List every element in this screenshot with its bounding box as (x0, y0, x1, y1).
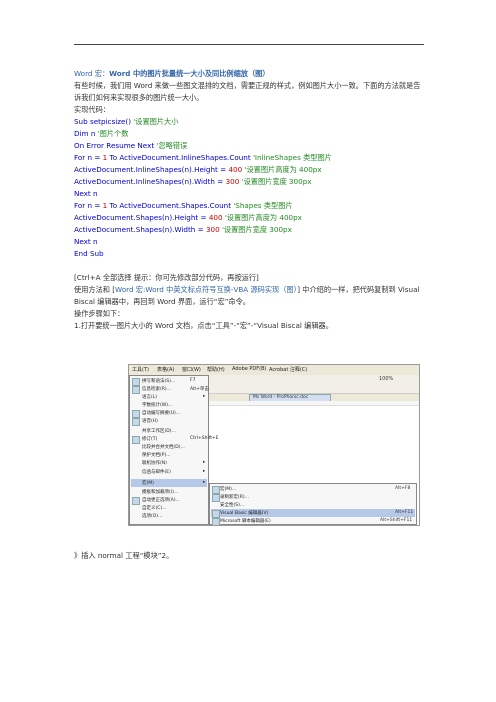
menu-item[interactable]: 模板和加载项(I)... (142, 489, 178, 495)
menu-item[interactable]: 共享工作区(D)... (142, 428, 176, 434)
shortcut: Alt+F11 (395, 510, 414, 515)
code-line: ActiveDocument.InlineShapes(n).Height = … (74, 165, 322, 174)
record-icon (212, 494, 220, 502)
code-line: Next n (74, 189, 98, 198)
code-line: For n = 1 To ActiveDocument.Shapes.Count… (74, 201, 293, 210)
submenu-arrow-icon: ▸ (203, 394, 206, 399)
formatting-toolbar (209, 384, 419, 394)
summary-icon (132, 410, 140, 418)
code-label: 实现代码： (74, 105, 110, 114)
ruler (209, 401, 419, 406)
footer-step: 》插入 normal 工程“模块”2。 (74, 551, 174, 560)
header-rule (74, 44, 424, 45)
macro-icon (212, 486, 220, 494)
menu-item[interactable]: 修订(T) Ctrl+Shift+E (142, 436, 219, 442)
submenu-item[interactable]: 安全性(S)... (220, 502, 244, 508)
code-line: ActiveDocument.Shapes(n).Height = 400 '设… (74, 213, 302, 222)
menu-adobe-pdf: Adobe PDF(B) (232, 366, 267, 372)
menu-item[interactable]: 自定义(C)... (142, 505, 166, 511)
menu-item[interactable]: 联机协作(N) (142, 460, 167, 466)
zoom-level: 100% (379, 376, 394, 382)
submenu-item[interactable]: 宏(M)... (220, 486, 236, 492)
menu-item[interactable]: 语言(L) (142, 394, 157, 400)
speech-icon (132, 418, 140, 426)
code-line: End Sub (74, 249, 104, 258)
code-line: ActiveDocument.Shapes(n).Width = 300 '设置… (74, 225, 292, 234)
submenu-item[interactable]: 录制新宏(R)... (220, 494, 249, 500)
menu-table: 表格(A) (157, 367, 175, 373)
submenu-arrow-icon: ▸ (203, 460, 206, 465)
tools-menu: 拼写和语法(S)... F7 信息检索(R)... Alt+单击 语言(L) ▸ 字… (129, 375, 219, 525)
menu-item[interactable]: 保护文档(P)... (142, 452, 171, 458)
vb-editor-icon (212, 510, 220, 518)
menu-item[interactable]: 选项(O)... (142, 513, 162, 519)
run-tip: [Ctrl+A 全部选择 提示：你可先修改部分代码，再按运行] (74, 273, 259, 282)
code-line: ActiveDocument.InlineShapes(n).Width = 3… (74, 177, 312, 186)
shortcut: Alt+Shift+F11 (380, 518, 413, 523)
related-article-link[interactable]: Word 宏:Word 中英文标点符号互换-VBA 源码实现（图） (115, 285, 297, 294)
submenu-arrow-icon: ▸ (203, 469, 206, 474)
steps-label: 操作步骤如下： (74, 309, 125, 318)
code-line: Sub setpicsize() '设置图片大小 (74, 117, 179, 126)
article-title: Word 宏：Word 中的图片批量统一大小及同比例缩放（图） (74, 69, 270, 78)
research-icon (132, 386, 140, 394)
shortcut: Alt+F8 (395, 486, 411, 491)
submenu-item-vb-editor[interactable]: Visual Basic 编辑器(V) (220, 510, 268, 516)
code-line: On Error Resume Next '忽略错误 (74, 141, 188, 150)
menu-item[interactable]: 比较并合并文档(D)... (142, 444, 185, 450)
usage-paragraph: 使用方法和 [Word 宏:Word 中英文标点符号互换-VBA 源码实现（图）… (74, 285, 420, 306)
autocorrect-icon (132, 497, 140, 505)
menu-window: 窗口(W) (182, 367, 201, 373)
menu-item[interactable]: 自动编写摘要(U)... (142, 410, 180, 416)
menu-item[interactable]: 信息检索(R)... Alt+单击 (142, 386, 209, 392)
code-line: For n = 1 To ActiveDocument.InlineShapes… (74, 153, 332, 162)
step-1: 1.打开要统一图片大小的 Word 文档，点击“工具”-“宏”-“Visual … (74, 321, 333, 330)
spell-icon (132, 378, 140, 386)
submenu-arrow-icon: ▸ (203, 480, 206, 485)
code-line: Next n (74, 237, 98, 246)
menu-help: 帮助(H) (207, 367, 225, 373)
track-changes-icon (132, 436, 140, 444)
menu-item[interactable]: 语音(H) (142, 418, 158, 424)
script-editor-icon (212, 518, 220, 525)
article-body: Word 宏：Word 中的图片批量统一大小及同比例缩放（图） 有些时候，我们用… (74, 68, 426, 332)
menu-tools: 工具(T) (132, 367, 149, 373)
intro-paragraph: 有些时候，我们用 Word 来做一些图文混排的文档，需要正规的样式，例如图片大小… (74, 81, 421, 102)
menu-acrobat: Acrobat 注释(C) (269, 367, 308, 373)
macro-submenu: 宏(M)... Alt+F8 录制新宏(R)... 安全性(S)... Visu… (209, 483, 417, 525)
submenu-item[interactable]: Microsoft 脚本编辑器(E) (220, 518, 271, 524)
menu-item[interactable]: 字数统计(W)... (142, 402, 172, 408)
menu-item[interactable]: 信函与邮件(E) (142, 469, 171, 475)
menu-item-macro[interactable]: 宏(M) (142, 480, 154, 486)
code-line: Dim n '图片个数 (74, 129, 129, 138)
word-menu-screenshot: 工具(T) 表格(A) 窗口(W) 帮助(H) Adobe PDF(B) Acr… (128, 364, 420, 526)
menu-item[interactable]: 自动更正选项(A)... (142, 497, 180, 503)
menu-item[interactable]: 拼写和语法(S)... F7 (142, 378, 195, 384)
